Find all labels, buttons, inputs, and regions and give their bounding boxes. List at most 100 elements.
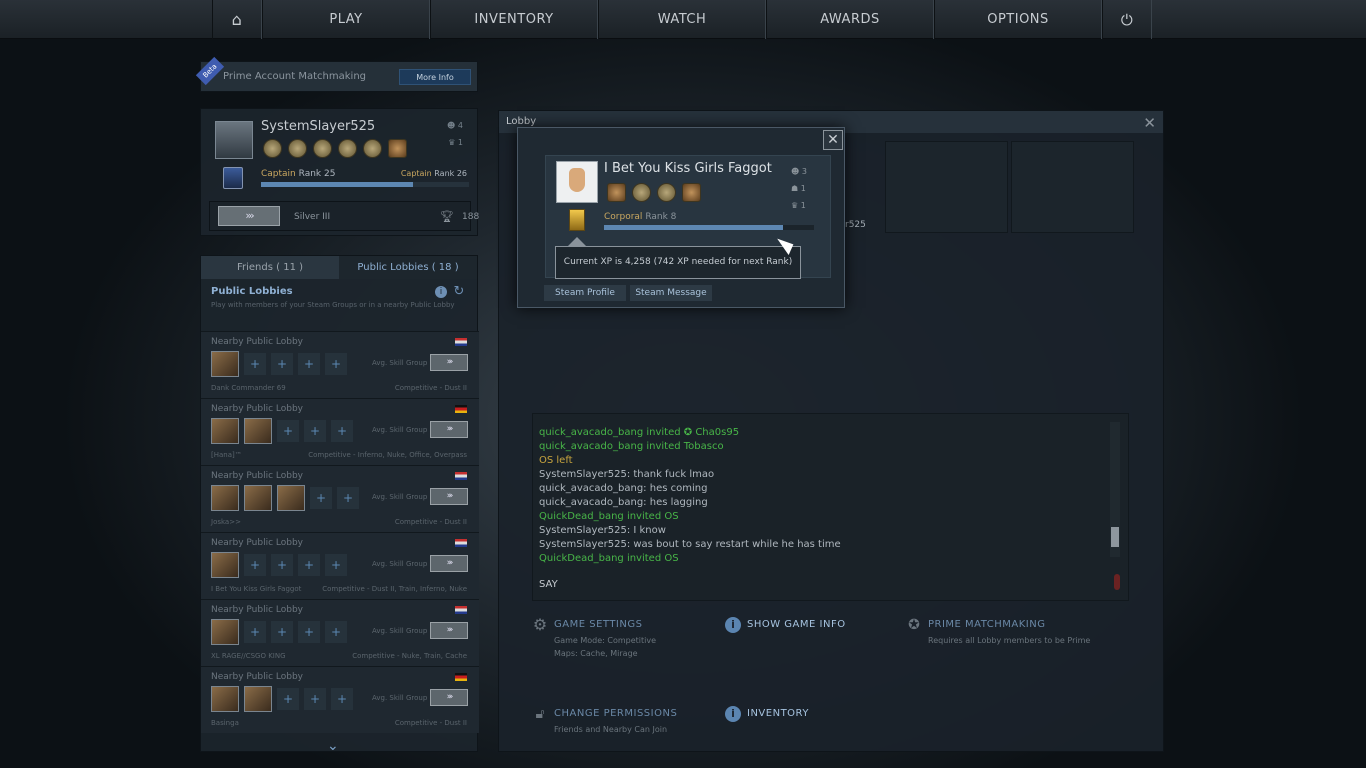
skill-group-name: Silver III	[294, 212, 331, 222]
more-info-button[interactable]: More Info	[399, 69, 471, 85]
prime-matchmaking-title[interactable]: PRIME MATCHMAKING	[928, 619, 1090, 630]
rank-number: Rank 25	[298, 169, 336, 179]
lobby-title: Nearby Public Lobby	[211, 538, 303, 548]
show-game-info-option[interactable]: i SHOW GAME INFO	[725, 617, 846, 633]
coin-icon[interactable]	[313, 139, 332, 158]
open-slot[interactable]: +	[337, 487, 359, 509]
country-flag-icon	[455, 673, 467, 681]
member-avatar[interactable]	[244, 686, 272, 712]
list-item[interactable]: Nearby Public Lobby + + + + Avg. Skill Group ›…	[201, 331, 479, 398]
open-slot[interactable]: +	[277, 420, 299, 442]
open-slot[interactable]: +	[244, 621, 266, 643]
member-avatar[interactable]	[211, 552, 239, 578]
refresh-icon[interactable]: ↻	[453, 285, 465, 298]
coin-icon[interactable]	[263, 139, 282, 158]
member-avatar[interactable]	[211, 351, 239, 377]
top-navigation-bar: ⌂ PLAY INVENTORY WATCH AWARDS OPTIONS ⏻	[0, 0, 1366, 39]
game-settings-option[interactable]: ⚙ GAME SETTINGS Game Mode: Competitive M…	[533, 617, 656, 660]
open-slot[interactable]: +	[244, 353, 266, 375]
steam-profile-button[interactable]: Steam Profile	[544, 285, 626, 301]
open-slot[interactable]: +	[244, 554, 266, 576]
pin-icon[interactable]	[388, 139, 407, 158]
teach-value: 1	[457, 138, 463, 147]
commend-stat: ☻ 3	[791, 167, 807, 176]
chat-input-label[interactable]: SAY	[539, 579, 558, 590]
list-item[interactable]: Nearby Public Lobby + + + Avg. Skill Group ››…	[201, 666, 479, 733]
inventory-title[interactable]: INVENTORY	[747, 708, 809, 719]
open-slot[interactable]: +	[298, 621, 320, 643]
tab-friends[interactable]: Friends ( 11 )	[201, 256, 339, 279]
lobby-title: Nearby Public Lobby	[211, 672, 303, 682]
list-item[interactable]: Nearby Public Lobby + + Avg. Skill Group ›››…	[201, 465, 479, 532]
close-icon[interactable]: ✕	[823, 130, 843, 150]
coin-icon[interactable]	[657, 183, 676, 202]
coin-icon[interactable]	[607, 183, 626, 202]
coin-icon[interactable]	[338, 139, 357, 158]
game-settings-title[interactable]: GAME SETTINGS	[554, 619, 656, 630]
open-slot[interactable]: +	[304, 420, 326, 442]
coin-icon[interactable]	[288, 139, 307, 158]
nav-inventory[interactable]: INVENTORY	[430, 0, 598, 39]
nav-awards[interactable]: AWARDS	[766, 0, 934, 39]
lock-icon: 🔓︎	[535, 706, 545, 722]
chat-scroll-thumb[interactable]	[1111, 527, 1119, 547]
open-slot[interactable]: +	[298, 353, 320, 375]
open-slot[interactable]: +	[298, 554, 320, 576]
open-slot[interactable]: +	[271, 353, 293, 375]
home-button[interactable]: ⌂	[212, 0, 262, 39]
chevron-down-icon[interactable]: ⌄	[327, 738, 339, 754]
member-avatar[interactable]	[211, 619, 239, 645]
tab-public-lobbies[interactable]: Public Lobbies ( 18 )	[339, 256, 477, 279]
beta-ribbon: Beta	[195, 56, 225, 86]
open-slot[interactable]: +	[271, 554, 293, 576]
member-avatar[interactable]	[211, 485, 239, 511]
lobby-slot[interactable]	[885, 141, 1008, 233]
member-avatar[interactable]	[211, 418, 239, 444]
lobby-owner: XL RAGE//CSGO KING	[211, 652, 286, 660]
skill-group-icon: ›››	[430, 622, 468, 639]
open-slot[interactable]: +	[325, 353, 347, 375]
list-item[interactable]: Nearby Public Lobby + + + Avg. Skill Group ››…	[201, 398, 479, 465]
nav-watch[interactable]: WATCH	[598, 0, 766, 39]
nav-play[interactable]: PLAY	[262, 0, 430, 39]
prime-matchmaking-option[interactable]: ✪ PRIME MATCHMAKING Requires all Lobby m…	[908, 617, 1090, 647]
coin-icon[interactable]	[363, 139, 382, 158]
lobby-slot[interactable]	[1011, 141, 1134, 233]
open-slot[interactable]: +	[271, 621, 293, 643]
lobby-member-name: r525	[845, 220, 866, 230]
public-lobby-list: Nearby Public Lobby + + + + Avg. Skill Group ›…	[201, 331, 479, 733]
avatar[interactable]	[215, 121, 253, 159]
open-slot[interactable]: +	[331, 688, 353, 710]
member-avatar[interactable]	[211, 686, 239, 712]
steam-message-button[interactable]: Steam Message	[630, 285, 712, 301]
close-icon[interactable]: ✕	[1143, 114, 1156, 132]
open-slot[interactable]: +	[331, 420, 353, 442]
microphone-icon[interactable]	[1114, 574, 1120, 590]
game-settings-details: Game Mode: Competitive Maps: Cache, Mira…	[554, 634, 656, 660]
open-slot[interactable]: +	[325, 554, 347, 576]
coin-icon[interactable]	[632, 183, 651, 202]
open-slot[interactable]: +	[277, 688, 299, 710]
open-slot[interactable]: +	[325, 621, 347, 643]
member-avatar[interactable]	[277, 485, 305, 511]
change-permissions-title[interactable]: CHANGE PERMISSIONS	[554, 708, 677, 719]
list-item[interactable]: Nearby Public Lobby + + + + Avg. Skill Group ›…	[201, 532, 479, 599]
nav-options[interactable]: OPTIONS	[934, 0, 1102, 39]
member-avatar[interactable]	[244, 485, 272, 511]
open-slot[interactable]: +	[304, 688, 326, 710]
chat-scrollbar[interactable]	[1110, 422, 1120, 557]
info-icon[interactable]: i	[435, 286, 447, 298]
power-button[interactable]: ⏻	[1102, 0, 1152, 39]
member-avatar[interactable]	[244, 418, 272, 444]
change-permissions-option[interactable]: 🔓︎ CHANGE PERMISSIONS Friends and Nearby…	[535, 706, 677, 736]
chat-message: quick_avacado_bang: hes lagging	[539, 497, 708, 508]
list-item[interactable]: Nearby Public Lobby + + + + Avg. Skill Group ›…	[201, 599, 479, 666]
player-stats: ☻ 3 ☗ 1 ♛ 1	[791, 163, 807, 214]
pin-icon[interactable]	[682, 183, 701, 202]
lobby-owner: I Bet You Kiss Girls Faggot	[211, 585, 302, 593]
chat-message: quick_avacado_bang: hes coming	[539, 483, 708, 494]
show-game-info-title[interactable]: SHOW GAME INFO	[747, 619, 846, 630]
inventory-option[interactable]: i INVENTORY	[725, 706, 809, 722]
avatar[interactable]	[556, 161, 598, 203]
open-slot[interactable]: +	[310, 487, 332, 509]
